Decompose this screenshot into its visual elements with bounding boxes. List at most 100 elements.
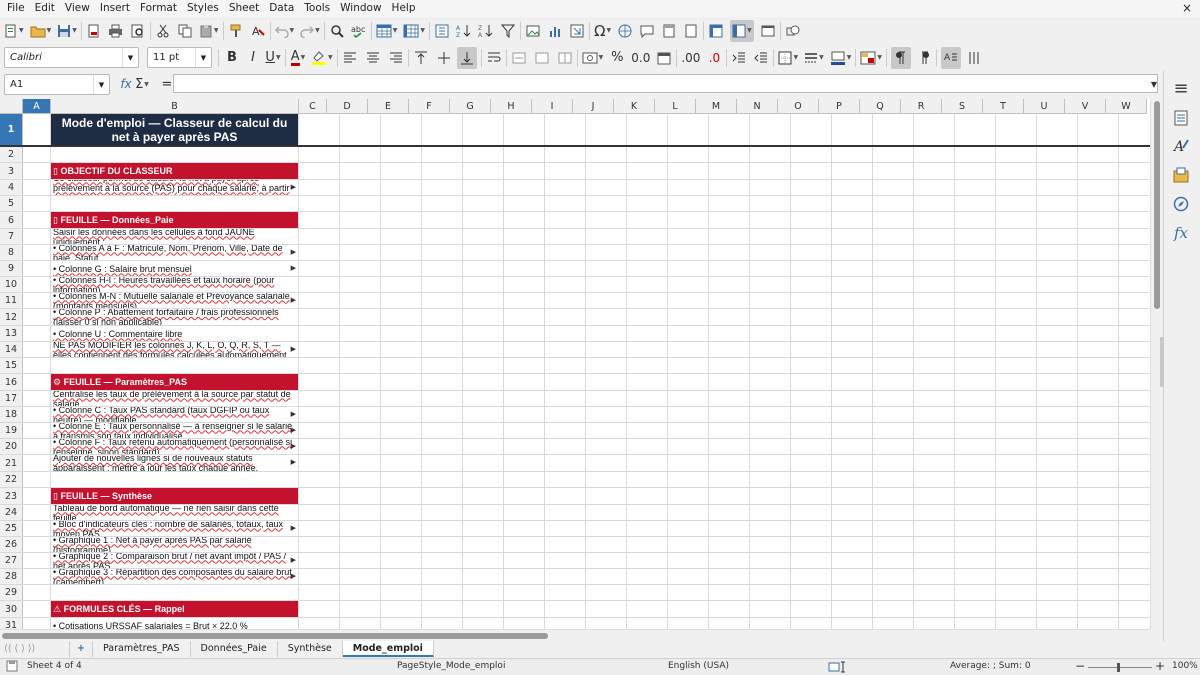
cut-icon[interactable] — [155, 20, 171, 42]
empty-cells[interactable] — [299, 261, 1150, 276]
cell-a[interactable] — [23, 439, 51, 454]
navigator-icon[interactable] — [1173, 193, 1189, 215]
empty-cells[interactable] — [299, 114, 1150, 145]
sort-icon[interactable] — [434, 20, 450, 42]
column-header[interactable]: N — [737, 99, 778, 114]
cell-a[interactable] — [23, 537, 51, 552]
copy-icon[interactable] — [177, 20, 193, 42]
empty-cells[interactable] — [299, 358, 1150, 373]
row-header[interactable]: 20 — [0, 439, 23, 454]
print-icon[interactable] — [108, 20, 124, 42]
row-header[interactable]: 25 — [0, 521, 23, 536]
border-style-icon[interactable]: ▼ — [804, 47, 824, 69]
spreadsheet-grid[interactable]: A B C D E F G H I J K L M N O P Q R S T … — [0, 99, 1150, 629]
empty-cells[interactable] — [299, 342, 1150, 357]
text-cell[interactable]: • Colonnes A à F : Matricule, Nom, Préno… — [51, 245, 299, 260]
cell-a[interactable] — [23, 163, 51, 179]
add-sheet-icon[interactable]: + — [70, 641, 93, 657]
horizontal-scrollbar[interactable] — [0, 629, 1150, 641]
number-format-button[interactable]: 0.0 — [631, 47, 650, 69]
tab-mode-emploi[interactable]: Mode_emploi — [342, 641, 434, 657]
empty-cells[interactable] — [299, 245, 1150, 260]
row-header[interactable]: 29 — [0, 585, 23, 600]
cell-a[interactable] — [23, 374, 51, 390]
row-header[interactable]: 5 — [0, 196, 23, 211]
clear-formatting-icon[interactable]: A — [250, 20, 266, 42]
empty-cells[interactable] — [299, 439, 1150, 454]
row-header[interactable]: 30 — [0, 601, 23, 617]
gallery-icon[interactable] — [1173, 164, 1189, 186]
new-document-icon[interactable]: ▼ — [4, 20, 24, 42]
column-icon[interactable]: ▼ — [403, 20, 425, 42]
cell-b[interactable] — [51, 585, 299, 600]
cell-a[interactable] — [23, 601, 51, 617]
column-header[interactable]: U — [1024, 99, 1065, 114]
empty-cells[interactable] — [299, 212, 1150, 228]
sidebar-collapse-handle[interactable] — [1160, 337, 1164, 387]
bold-button[interactable]: B — [223, 47, 241, 69]
autofilter-icon[interactable] — [500, 20, 516, 42]
right-to-left-icon[interactable] — [916, 47, 932, 69]
increase-indent-icon[interactable] — [731, 47, 747, 69]
empty-cells[interactable] — [299, 472, 1150, 487]
show-grid-icon[interactable] — [760, 20, 776, 42]
section-header-cell[interactable]: ⚠ FORMULES CLÉS — Rappel — [51, 601, 299, 617]
column-header[interactable]: V — [1065, 99, 1106, 114]
cell-a[interactable] — [23, 423, 51, 438]
empty-cells[interactable] — [299, 180, 1150, 195]
row-header[interactable]: 24 — [0, 505, 23, 520]
text-cell[interactable]: • Colonne F : Taux retenu automatiquemen… — [51, 439, 299, 454]
insert-chart-icon[interactable] — [547, 20, 563, 42]
column-header[interactable]: I — [532, 99, 573, 114]
text-cell[interactable]: Ce classeur permet de calculer le net à … — [51, 180, 299, 195]
row-header[interactable]: 19 — [0, 423, 23, 438]
section-header-cell[interactable]: ▯ OBJECTIF DU CLASSEUR — [51, 163, 299, 179]
define-print-area-icon[interactable] — [683, 20, 699, 42]
expand-formula-bar-icon[interactable]: ▼ — [1146, 73, 1162, 95]
cell-a[interactable] — [23, 229, 51, 244]
properties-icon[interactable] — [1173, 107, 1189, 129]
chevron-down-icon[interactable]: ▼ — [122, 48, 138, 67]
cell-a[interactable] — [23, 293, 51, 308]
section-header-cell[interactable]: ▯ FEUILLE — Données_Paie — [51, 212, 299, 228]
percent-format-button[interactable]: % — [609, 47, 625, 69]
cell-a[interactable] — [23, 261, 51, 276]
cell-a[interactable] — [23, 585, 51, 600]
column-header[interactable]: B — [51, 99, 299, 114]
chevron-down-icon[interactable]: ▼ — [93, 75, 109, 94]
empty-cells[interactable] — [299, 196, 1150, 211]
chevron-down-icon[interactable]: ▼ — [195, 48, 211, 67]
highlight-color-button[interactable]: ▼ — [311, 47, 333, 69]
tab-synthese[interactable]: Synthèse — [278, 641, 343, 657]
add-decimal-button[interactable]: .00 — [681, 47, 700, 69]
empty-cells[interactable] — [299, 521, 1150, 536]
column-header[interactable]: F — [409, 99, 450, 114]
column-header[interactable]: A — [23, 99, 51, 114]
formula-input[interactable] — [173, 74, 1158, 93]
align-left-icon[interactable] — [342, 47, 358, 69]
cell-a[interactable] — [23, 569, 51, 584]
empty-cells[interactable] — [299, 537, 1150, 552]
align-middle-icon[interactable] — [436, 47, 452, 69]
column-header[interactable]: M — [696, 99, 737, 114]
insert-image-icon[interactable] — [525, 20, 541, 42]
cell-a[interactable] — [23, 391, 51, 406]
align-right-icon[interactable] — [388, 47, 404, 69]
menu-data[interactable]: Data — [264, 0, 299, 17]
empty-cells[interactable] — [299, 374, 1150, 390]
menu-sheet[interactable]: Sheet — [224, 0, 264, 17]
function-wizard-button[interactable]: fx — [118, 73, 134, 95]
row-header[interactable]: 31 — [0, 618, 23, 629]
undo-icon[interactable]: ▼ — [274, 20, 294, 42]
font-name-box[interactable]: Calibri ▼ — [4, 47, 139, 68]
text-cell[interactable]: • Colonnes M-N : Mutuelle salariale et P… — [51, 293, 299, 308]
empty-cells[interactable] — [299, 277, 1150, 292]
save-icon[interactable]: ▼ — [57, 20, 77, 42]
column-header[interactable]: P — [819, 99, 860, 114]
text-cell[interactable]: • Graphique 1 : Net à payer après PAS pa… — [51, 537, 299, 552]
column-header[interactable]: S — [942, 99, 983, 114]
row-header[interactable]: 13 — [0, 326, 23, 341]
row-header[interactable]: 4 — [0, 180, 23, 195]
cell-a[interactable] — [23, 618, 51, 629]
cell-a[interactable] — [23, 488, 51, 504]
